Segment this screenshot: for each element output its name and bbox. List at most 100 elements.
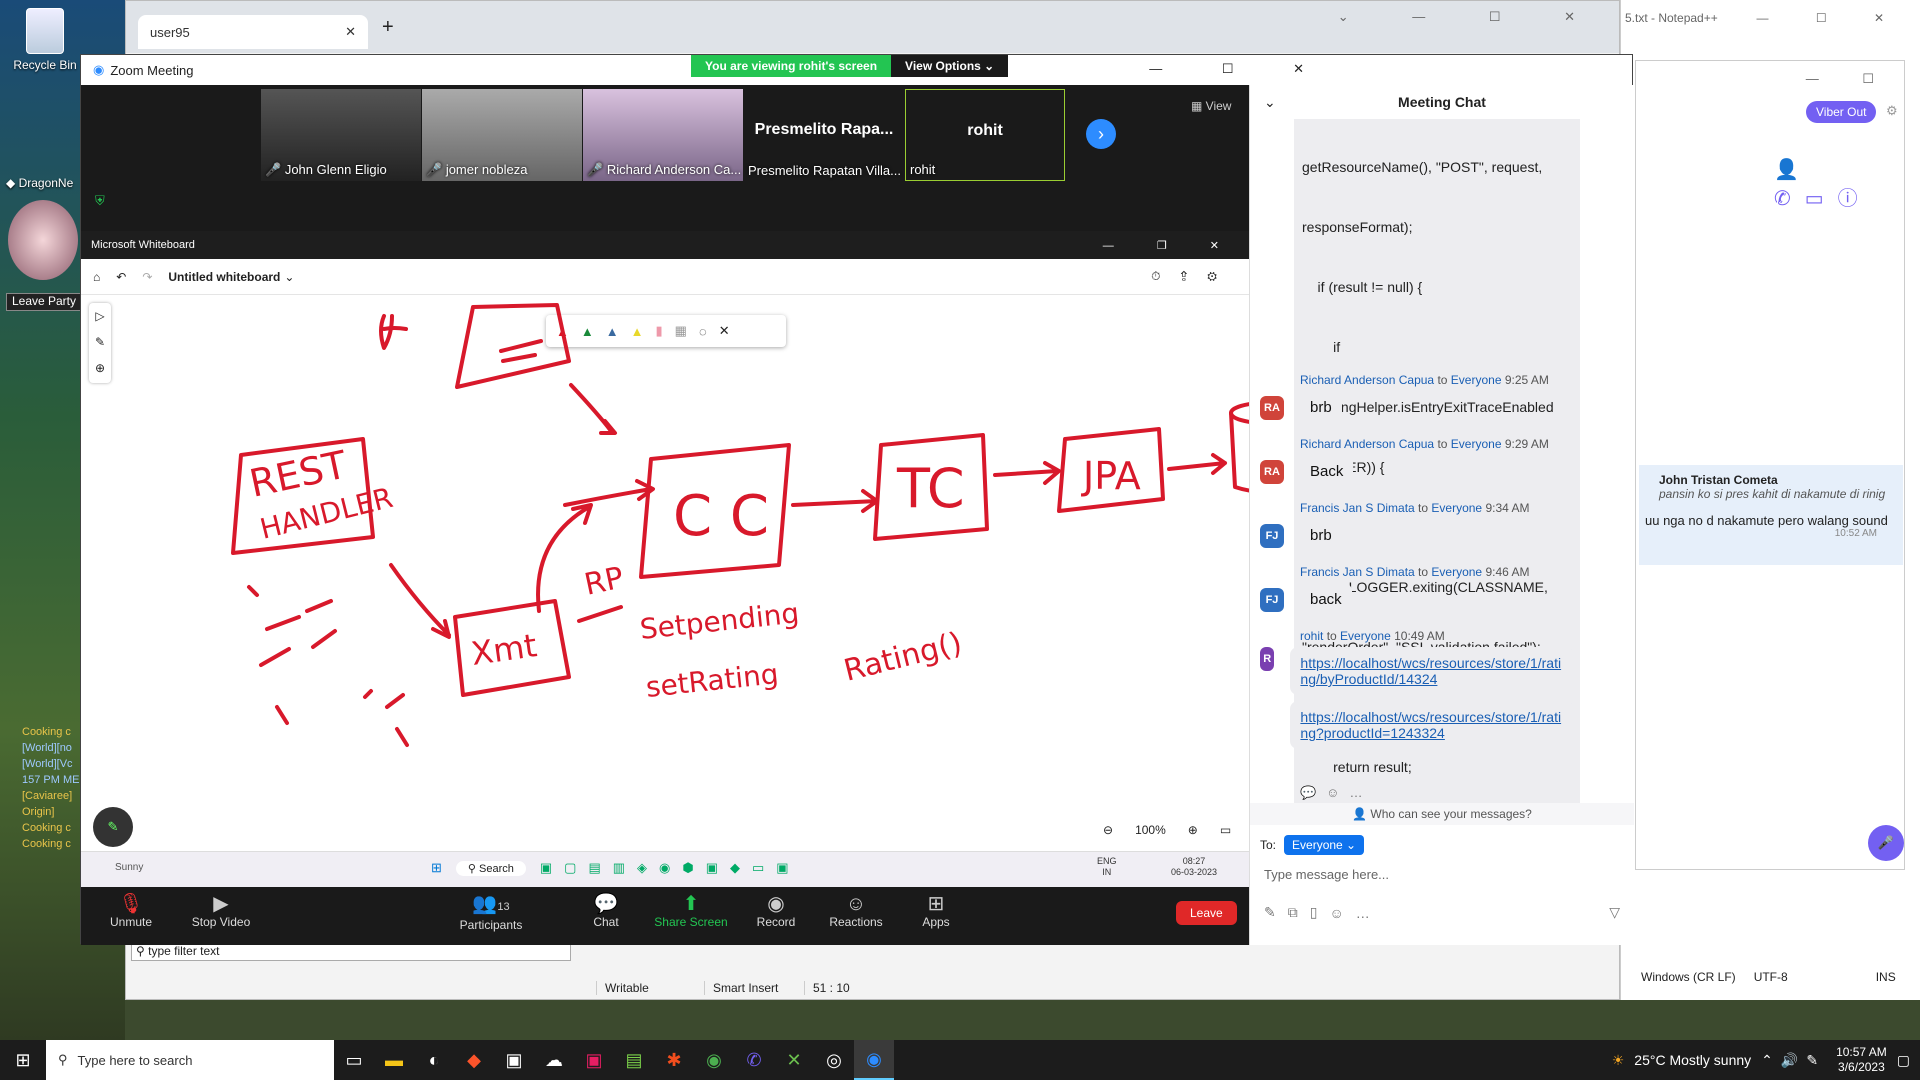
notepad-plus-icon[interactable]: ▤ bbox=[614, 1040, 654, 1080]
file-explorer-icon[interactable]: ▬ bbox=[374, 1040, 414, 1080]
view-options-button[interactable]: View Options ⌄ bbox=[891, 55, 1009, 77]
avatar: RA bbox=[1260, 395, 1284, 420]
share-screen-button[interactable]: ⬆ Share Screen bbox=[651, 893, 731, 929]
home-icon[interactable]: ⌂ bbox=[93, 270, 100, 284]
chrome-icon[interactable]: ◉ bbox=[694, 1040, 734, 1080]
svg-text:Xmt: Xmt bbox=[469, 626, 539, 673]
task-view-icon[interactable]: ▭ bbox=[334, 1040, 374, 1080]
svg-text:C C: C C bbox=[673, 484, 769, 549]
chat-button[interactable]: 💬 Chat bbox=[581, 893, 631, 929]
leave-party-button[interactable]: Leave Party bbox=[6, 293, 82, 311]
zoom-out-icon[interactable]: ⊖ bbox=[1103, 823, 1113, 837]
windows-start-icon: ⊞ bbox=[431, 860, 442, 875]
participant-tile[interactable]: Presmelito Rapa... Presmelito Rapatan Vi… bbox=[744, 89, 904, 181]
settings-icon[interactable]: ⚙ bbox=[1886, 103, 1898, 119]
screenshot-icon[interactable]: ⧉ bbox=[1288, 904, 1298, 921]
muted-mic-icon: 🎤 bbox=[426, 162, 446, 177]
undo-icon[interactable]: ↶ bbox=[116, 270, 126, 284]
whiteboard-canvas[interactable]: ▷ ✎ ⊕ ▲ ▲ ▲ ▲ ▮ ▦ ◌ ✕ REST HANDLER C C T… bbox=[81, 295, 1249, 851]
zoom-taskbar-icon[interactable]: ◉ bbox=[854, 1040, 894, 1080]
intellij-icon[interactable]: ▣ bbox=[574, 1040, 614, 1080]
more-icon[interactable]: … bbox=[1356, 905, 1370, 921]
microphone-icon[interactable]: 🎤 bbox=[1868, 825, 1904, 861]
svg-text:Rating(): Rating() bbox=[840, 626, 965, 689]
view-button[interactable]: ▦ View bbox=[1191, 99, 1231, 113]
unmute-button[interactable]: 🎙 Unmute bbox=[101, 893, 161, 929]
browser-tab[interactable]: user95 ✕ bbox=[138, 15, 368, 49]
apps-button[interactable]: ⊞ Apps bbox=[911, 893, 961, 929]
participants-button[interactable]: 👥13 Participants bbox=[451, 893, 531, 932]
format-icon[interactable]: ✎ bbox=[1264, 904, 1276, 921]
window-controls-icon: — ❐ ✕ bbox=[1102, 239, 1239, 252]
chat-link[interactable]: https://localhost/wcs/resources/store/1/… bbox=[1290, 701, 1575, 749]
chat-recipient-row: To: Everyone ⌄ bbox=[1250, 825, 1634, 855]
record-button[interactable]: ◉ Record bbox=[746, 893, 806, 929]
chat-message: Francis Jan S Dimata to Everyone 9:46 AM… bbox=[1260, 565, 1529, 616]
zoom-title-bar: ◉ Zoom Meeting You are viewing rohit's s… bbox=[81, 55, 1632, 85]
emoji-icon[interactable]: ☺ bbox=[1329, 905, 1343, 921]
send-icon[interactable]: ▽ bbox=[1609, 904, 1620, 921]
app-icon[interactable]: ✕ bbox=[774, 1040, 814, 1080]
reactions-button[interactable]: ☺ Reactions bbox=[821, 893, 891, 929]
editor-status-bar: Writable Smart Insert 51 : 10 bbox=[596, 977, 1396, 999]
svg-text:TC: TC bbox=[896, 457, 965, 520]
whiteboard-title-bar: Microsoft Whiteboard — ❐ ✕ bbox=[81, 231, 1249, 259]
inner-search: ⚲ Search bbox=[455, 860, 526, 876]
stop-video-button[interactable]: ▶ Stop Video bbox=[181, 893, 261, 929]
notification-icon[interactable]: ▢ bbox=[1897, 1052, 1910, 1069]
app-icon[interactable]: ▣ bbox=[494, 1040, 534, 1080]
participant-tile[interactable]: 🎤 jomer nobleza bbox=[422, 89, 582, 181]
message-actions-icons[interactable]: 💬☺… bbox=[1300, 785, 1372, 801]
ink-pen-fab-icon[interactable]: ✎ bbox=[93, 807, 133, 847]
timer-share-settings-icons[interactable]: ⏱⇪⚙ bbox=[1151, 269, 1237, 284]
app-icon[interactable]: ◎ bbox=[814, 1040, 854, 1080]
search-icon: ⚲ bbox=[58, 1052, 68, 1067]
participant-name: 🎤 jomer nobleza bbox=[426, 162, 528, 177]
new-tab-button[interactable]: + bbox=[382, 16, 394, 39]
zoom-in-icon[interactable]: ⊕ bbox=[1188, 823, 1198, 837]
tray-icons[interactable]: ⌃🔊✎ bbox=[1761, 1052, 1826, 1069]
window-controls-icon[interactable]: — ☐ bbox=[1806, 71, 1894, 87]
add-contact-call-video-info-icons[interactable]: 👤✆▭ⓘ bbox=[1774, 157, 1904, 211]
chevron-down-icon[interactable]: ⌄ bbox=[1264, 94, 1276, 111]
whiteboard-doc-title[interactable]: Untitled whiteboard bbox=[168, 270, 280, 284]
recycle-bin-shortcut[interactable]: Recycle Bin bbox=[0, 8, 90, 72]
chat-header: ⌄ Meeting Chat bbox=[1264, 93, 1486, 111]
chat-link[interactable]: https://localhost/wcs/resources/store/1/… bbox=[1290, 647, 1575, 695]
participant-tile-active-speaker[interactable]: rohit rohit bbox=[905, 89, 1065, 181]
file-icon[interactable]: ▯ bbox=[1310, 904, 1318, 921]
recipient-dropdown[interactable]: Everyone ⌄ bbox=[1284, 835, 1365, 855]
chevron-down-icon[interactable]: ⌄ bbox=[284, 270, 294, 284]
next-page-icon[interactable]: › bbox=[1086, 119, 1116, 149]
game-chat-log: Cooking c [World][no [World][Vc 157 PM M… bbox=[22, 726, 80, 850]
participants-icon: 👥13 bbox=[472, 893, 510, 915]
app-icon[interactable]: ◐ bbox=[414, 1040, 454, 1080]
brave-icon[interactable]: ◆ bbox=[454, 1040, 494, 1080]
taskbar-search[interactable]: ⚲ Type here to search bbox=[46, 1040, 334, 1080]
avatar: R bbox=[1260, 647, 1275, 671]
recycle-bin-label: Recycle Bin bbox=[13, 58, 77, 72]
reactions-icon: ☺ bbox=[845, 893, 867, 915]
browser-tab-strip: user95 ✕ + ⌄ — ☐ ✕ bbox=[126, 1, 1619, 53]
viber-out-button[interactable]: Viber Out bbox=[1806, 101, 1877, 123]
window-controls-icon[interactable]: ⌄ — ☐ ✕ bbox=[1338, 9, 1605, 25]
app-icon[interactable]: ☁ bbox=[534, 1040, 574, 1080]
figma-icon[interactable]: ✱ bbox=[654, 1040, 694, 1080]
window-controls-icon[interactable]: — ☐ ✕ bbox=[1757, 11, 1906, 25]
leave-button[interactable]: Leave bbox=[1176, 901, 1237, 925]
dragon-nest-shortcut[interactable]: ◆ DragonNe bbox=[0, 176, 90, 190]
system-tray: ☀ 25°C Mostly sunny ⌃🔊✎ 10:57 AM 3/6/202… bbox=[1611, 1045, 1910, 1075]
clock[interactable]: 10:57 AM 3/6/2023 bbox=[1836, 1045, 1887, 1075]
redo-icon[interactable]: ↷ bbox=[142, 270, 152, 284]
participant-tile[interactable]: 🎤 John Glenn Eligio bbox=[261, 89, 421, 181]
ink-uc bbox=[379, 314, 408, 350]
chat-privacy-note[interactable]: 👤 Who can see your messages? bbox=[1250, 803, 1634, 825]
windows-start-icon[interactable]: ⊞ bbox=[0, 1040, 46, 1080]
avatar: FJ bbox=[1260, 587, 1284, 612]
viber-icon[interactable]: ✆ bbox=[734, 1040, 774, 1080]
window-controls-icon[interactable]: — ☐ ✕ bbox=[1149, 61, 1332, 77]
participant-tile[interactable]: 🎤 Richard Anderson Ca... bbox=[583, 89, 743, 181]
chat-message-input[interactable]: Type message here... bbox=[1250, 855, 1634, 894]
close-tab-icon[interactable]: ✕ bbox=[345, 24, 356, 40]
fit-screen-icon[interactable]: ▭ bbox=[1220, 823, 1231, 837]
